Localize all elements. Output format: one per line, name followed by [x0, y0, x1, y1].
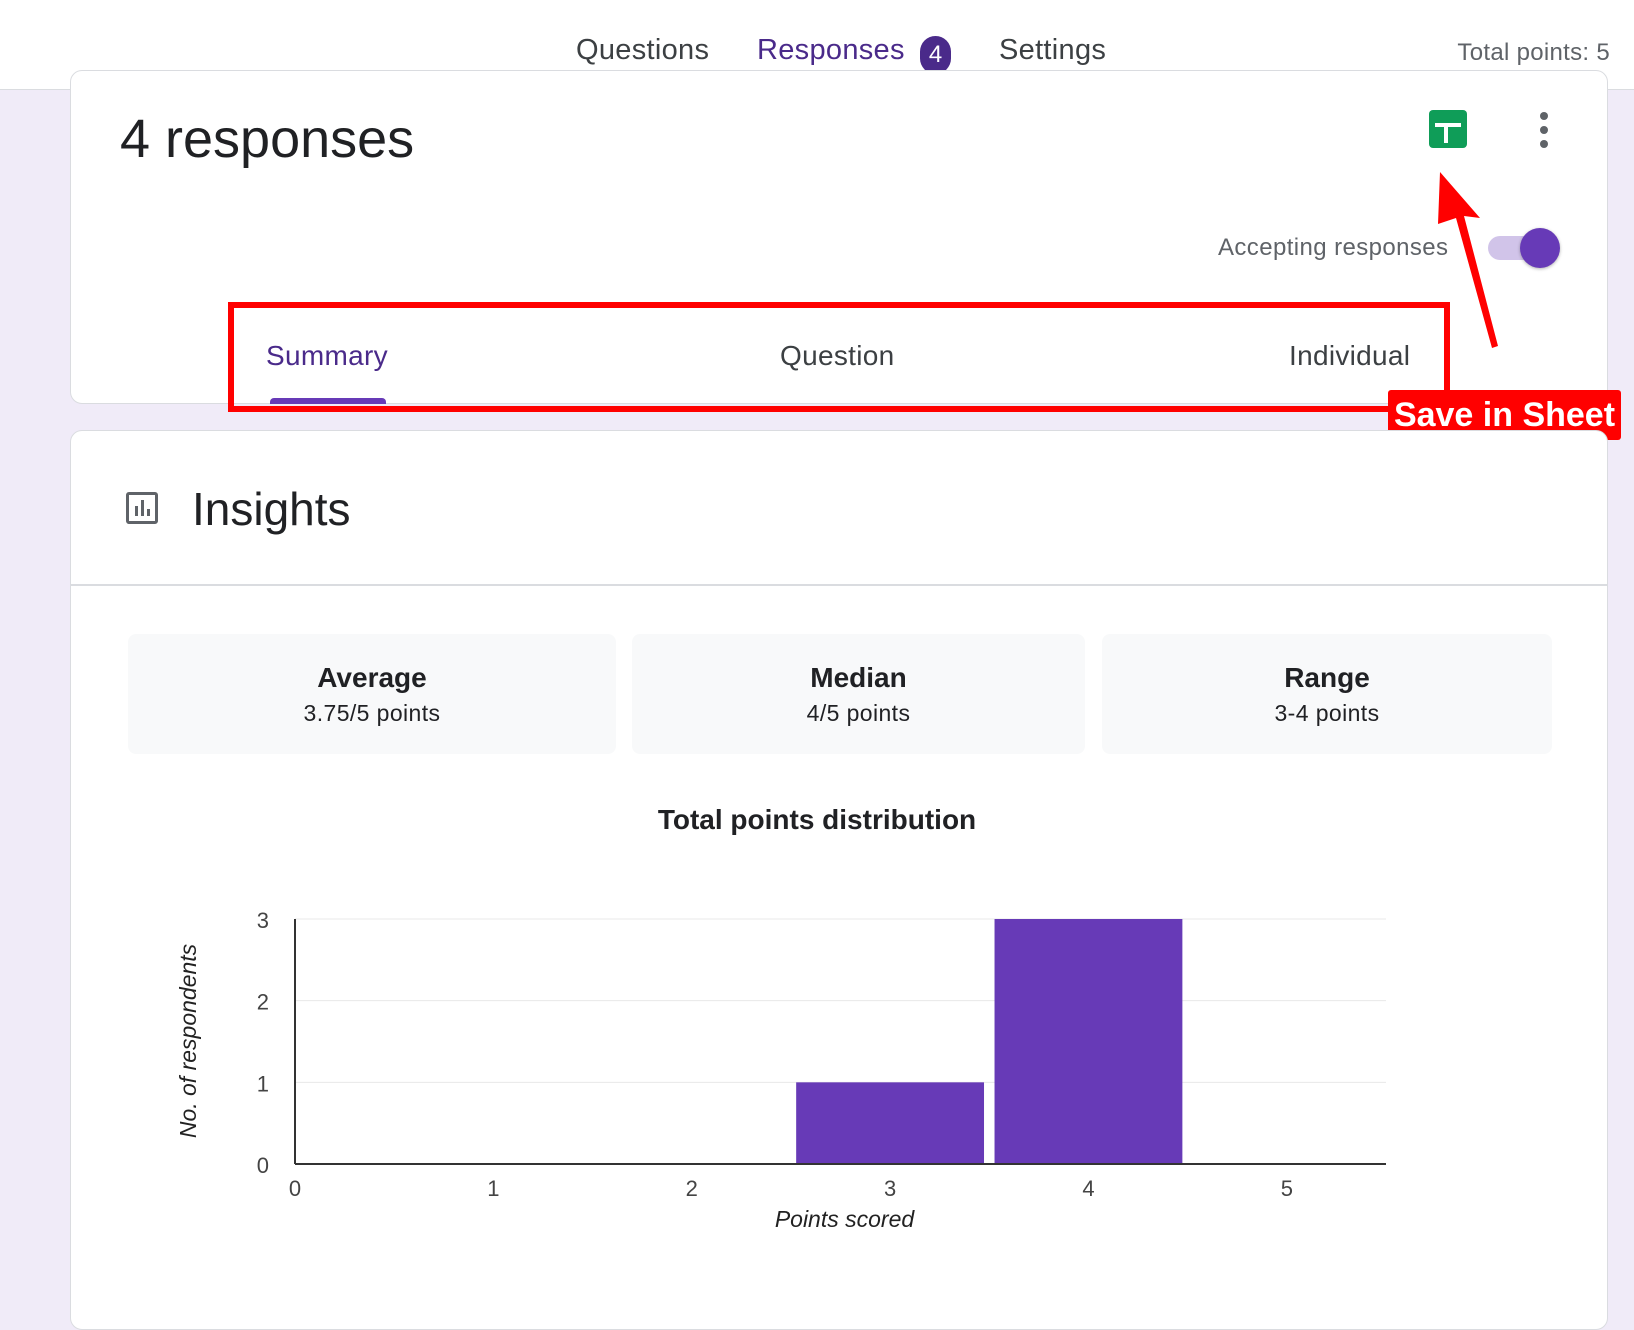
x-tick-label: 4	[1082, 1176, 1094, 1201]
y-axis-label: No. of respondents	[175, 943, 201, 1138]
y-tick-label: 0	[257, 1153, 269, 1178]
x-tick-label: 1	[487, 1176, 499, 1201]
x-tick-label: 3	[884, 1176, 896, 1201]
histogram-bar	[796, 1082, 985, 1164]
points-distribution-chart: 0 1 2 3 0 1 2 3 4 5 Points scored No. of respondent…	[175, 908, 1386, 1232]
y-tick-label: 3	[257, 908, 269, 933]
x-axis-label: Points scored	[775, 1206, 916, 1232]
x-tick-label: 0	[289, 1176, 301, 1201]
y-tick-label: 1	[257, 1071, 269, 1096]
x-tick-label: 2	[686, 1176, 698, 1201]
histogram-bar	[994, 919, 1183, 1164]
x-tick-label: 5	[1281, 1176, 1293, 1201]
y-tick-label: 2	[257, 990, 269, 1015]
